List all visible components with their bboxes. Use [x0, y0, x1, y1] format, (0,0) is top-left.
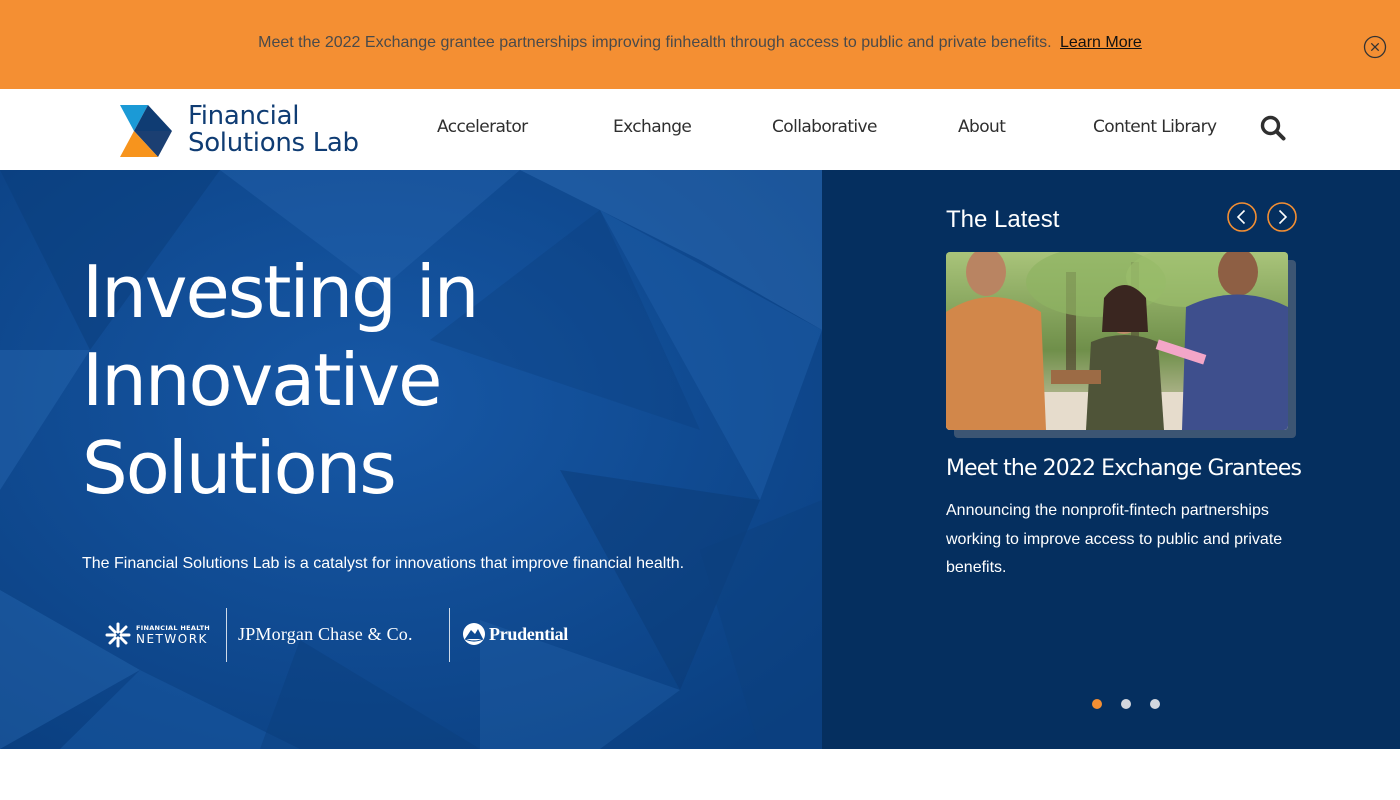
latest-title: The Latest — [946, 206, 1060, 233]
search-icon — [1260, 115, 1286, 141]
asterisk-icon — [105, 622, 131, 648]
chevron-right-icon — [1267, 202, 1297, 232]
card-title[interactable]: Meet the 2022 Exchange Grantees — [946, 456, 1302, 481]
logo-wordmark: Financial Solutions Lab — [188, 103, 359, 157]
carousel-dot-3[interactable] — [1150, 699, 1160, 709]
card-image[interactable] — [946, 252, 1288, 430]
close-circle-icon — [1363, 35, 1387, 59]
carousel-dots — [1092, 699, 1172, 711]
site-logo[interactable]: Financial Solutions Lab — [118, 103, 368, 159]
rock-emblem-icon — [463, 623, 485, 645]
learn-more-link[interactable]: Learn More — [1060, 34, 1142, 51]
logo-line-2: Solutions Lab — [188, 128, 359, 158]
nav-accelerator[interactable]: Accelerator — [437, 117, 528, 137]
hero-title-line-2: Innovative — [82, 338, 442, 422]
nav-collaborative[interactable]: Collaborative — [772, 117, 877, 137]
partner-divider — [449, 608, 450, 662]
carousel-dot-1[interactable] — [1092, 699, 1102, 709]
fhn-logo-big-text: NETWORK — [136, 632, 208, 646]
announcement-bar: Meet the 2022 Exchange grantee partnersh… — [0, 0, 1400, 89]
partner-divider — [226, 608, 227, 662]
fhn-logo-small-text: FINANCIAL HEALTH — [136, 624, 211, 632]
jpmorgan-chase-logo: JPMorgan Chase & Co. — [238, 624, 413, 644]
logo-line-1: Financial — [188, 101, 300, 131]
announcement-text: Meet the 2022 Exchange grantee partnersh… — [258, 34, 1052, 51]
card-photo — [946, 252, 1288, 430]
carousel-next-button[interactable] — [1267, 202, 1297, 232]
nav-about[interactable]: About — [958, 117, 1006, 137]
carousel-dot-2[interactable] — [1121, 699, 1131, 709]
nav-content-library[interactable]: Content Library — [1093, 117, 1217, 137]
carousel-prev-button[interactable] — [1227, 202, 1257, 232]
close-announcement-button[interactable] — [1363, 35, 1387, 59]
hero-section: Investing in Innovative Solutions The Fi… — [0, 170, 822, 749]
latest-panel: The Latest Meet the 2022 Exchange Grante… — [822, 170, 1400, 749]
site-header: Financial Solutions Lab Accelerator Exch… — [0, 89, 1400, 170]
hero-title: Investing in Innovative Solutions — [82, 248, 479, 512]
search-button[interactable] — [1259, 114, 1287, 142]
chevron-left-icon — [1227, 202, 1257, 232]
partner-logos: FINANCIAL HEALTH NETWORK JPMorgan Chase … — [105, 608, 585, 662]
prudential-wordmark: Prudential — [489, 624, 569, 644]
announcement-text-wrap: Meet the 2022 Exchange grantee partnersh… — [0, 34, 1400, 52]
logo-mark-icon — [120, 105, 172, 157]
hero-title-line-1: Investing in — [82, 250, 479, 334]
hero-title-line-3: Solutions — [82, 426, 397, 510]
hero-subtitle: The Financial Solutions Lab is a catalys… — [82, 555, 685, 572]
card-description: Announcing the nonprofit-fintech partner… — [946, 502, 1283, 576]
nav-exchange[interactable]: Exchange — [613, 117, 692, 137]
